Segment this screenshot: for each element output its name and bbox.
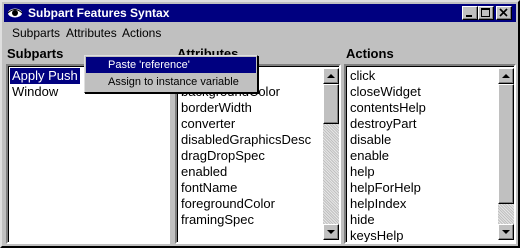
action-item[interactable]: closeWidget bbox=[350, 84, 421, 100]
action-item[interactable]: keysHelp bbox=[350, 228, 403, 242]
action-item[interactable]: hide bbox=[350, 212, 375, 228]
arrow-up-icon bbox=[502, 74, 510, 78]
menu-bar: Subparts Attributes Actions bbox=[4, 23, 516, 43]
context-menu: Paste 'reference' Assign to instance var… bbox=[84, 55, 258, 93]
attribute-item[interactable]: enabled bbox=[181, 164, 227, 180]
arrow-down-icon bbox=[502, 230, 510, 234]
scroll-down-button[interactable] bbox=[498, 224, 514, 240]
attribute-item[interactable]: borderWidth bbox=[181, 100, 252, 116]
action-item[interactable]: disable bbox=[350, 132, 391, 148]
actions-list[interactable]: click closeWidget contentsHelp destroyPa… bbox=[344, 64, 516, 244]
action-item[interactable]: helpForHelp bbox=[350, 180, 421, 196]
scroll-down-button[interactable] bbox=[323, 224, 339, 240]
close-button[interactable] bbox=[496, 6, 512, 20]
window-title: Subpart Features Syntax bbox=[28, 6, 170, 20]
attribute-item[interactable]: framingSpec bbox=[181, 212, 254, 228]
scroll-up-button[interactable] bbox=[323, 68, 339, 84]
menu-subparts[interactable]: Subparts bbox=[12, 26, 60, 40]
eye-icon[interactable] bbox=[7, 6, 23, 20]
menu-item-assign-instance-variable[interactable]: Assign to instance variable bbox=[86, 74, 256, 90]
arrow-down-icon bbox=[327, 230, 335, 234]
menu-actions[interactable]: Actions bbox=[122, 26, 161, 40]
attribute-item[interactable]: fontName bbox=[181, 180, 237, 196]
actions-scrollbar[interactable] bbox=[498, 68, 514, 240]
menu-item-paste-reference[interactable]: Paste 'reference' bbox=[86, 57, 256, 73]
title-bar[interactable]: Subpart Features Syntax bbox=[4, 4, 516, 22]
action-item[interactable]: click bbox=[350, 68, 375, 84]
attribute-item[interactable]: disabledGraphicsDesc bbox=[181, 132, 311, 148]
subpart-item-apply-push[interactable]: Apply Push bbox=[10, 68, 80, 84]
attribute-item[interactable]: dragDropSpec bbox=[181, 148, 265, 164]
minimize-icon bbox=[466, 15, 472, 17]
close-icon bbox=[499, 8, 508, 17]
attribute-item[interactable]: foregroundColor bbox=[181, 196, 275, 212]
scroll-thumb[interactable] bbox=[498, 84, 514, 204]
attribute-item[interactable]: converter bbox=[181, 116, 235, 132]
action-item[interactable]: help bbox=[350, 164, 375, 180]
actions-label: Actions bbox=[346, 46, 394, 61]
minimize-button[interactable] bbox=[462, 6, 478, 20]
maximize-button[interactable] bbox=[478, 6, 494, 20]
scroll-thumb[interactable] bbox=[323, 84, 339, 124]
action-item[interactable]: helpIndex bbox=[350, 196, 406, 212]
subparts-label: Subparts bbox=[7, 46, 64, 61]
subpart-features-window: Subpart Features Syntax Subparts Attribu… bbox=[0, 0, 520, 248]
subpart-item-window[interactable]: Window bbox=[12, 84, 58, 100]
maximize-icon bbox=[481, 8, 490, 17]
attributes-scrollbar[interactable] bbox=[323, 68, 339, 240]
menu-attributes[interactable]: Attributes bbox=[66, 26, 117, 40]
action-item[interactable]: enable bbox=[350, 148, 389, 164]
scroll-up-button[interactable] bbox=[498, 68, 514, 84]
action-item[interactable]: contentsHelp bbox=[350, 100, 426, 116]
action-item[interactable]: destroyPart bbox=[350, 116, 416, 132]
arrow-up-icon bbox=[327, 74, 335, 78]
